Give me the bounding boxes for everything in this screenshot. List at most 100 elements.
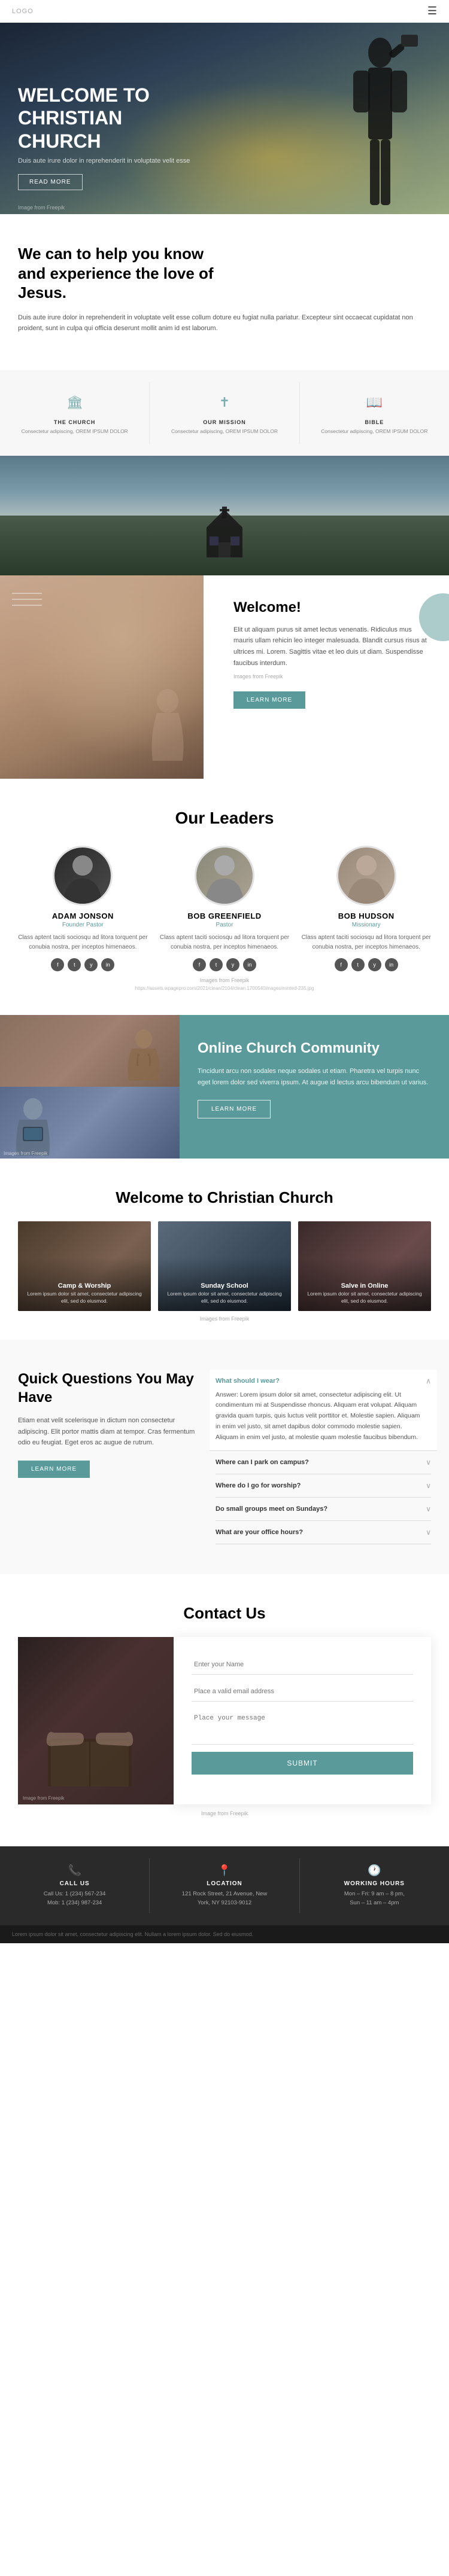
leader-role-2: Missionary: [301, 922, 431, 928]
footer-location-title: LOCATION: [162, 1880, 287, 1887]
social-icons-2: f t y in: [301, 958, 431, 971]
faq-item-4[interactable]: What are your office hours? ∨: [216, 1521, 431, 1544]
gallery-item-2: Salve in Online Lorem ipsum dolor sit am…: [298, 1221, 431, 1311]
gallery-title-2: Salve in Online: [304, 1282, 425, 1289]
faq-question-2: Where do I go for worship?: [216, 1482, 301, 1489]
online-image-top: [0, 1015, 180, 1087]
leaders-image-credit: Images from Freepik: [18, 977, 431, 983]
faq-question-3: Do small groups meet on Sundays?: [216, 1505, 327, 1513]
bible-hands-icon: [30, 1703, 150, 1787]
know-section: We can to help you know and experience t…: [0, 214, 449, 370]
gallery-caption-2: Salve in Online Lorem ipsum dolor sit am…: [298, 1221, 431, 1311]
hero-image-credit: Image from Freepik: [18, 205, 65, 211]
footer-col-location: 📍 LOCATION 121 Rock Street, 21 Avenue, N…: [150, 1858, 299, 1913]
footer-call-line1: Call Us: 1 (234) 567-234: [12, 1889, 137, 1898]
faq-right: What should I wear? ∧ Answer: Lorem ipsu…: [216, 1370, 431, 1544]
online-section: Images from Freepik Online Church Commun…: [0, 1015, 449, 1159]
faq-item-3[interactable]: Do small groups meet on Sundays? ∨: [216, 1498, 431, 1521]
icon-title-bible: BIBLE: [306, 419, 443, 425]
online-image-credit: Images from Freepik: [4, 1151, 47, 1156]
gallery-caption-1: Sunday School Lorem ipsum dolor sit amet…: [158, 1221, 291, 1311]
linkedin-icon-1[interactable]: in: [243, 958, 256, 971]
gallery-item-0: Camp & Worship Lorem ipsum dolor sit ame…: [18, 1221, 151, 1311]
leader-card-1: BOB GREENFIELD Pastor Class aptent tacit…: [160, 846, 290, 971]
youtube-icon-1[interactable]: y: [226, 958, 239, 971]
faq-item-0[interactable]: What should I wear? ∧ Answer: Lorem ipsu…: [210, 1370, 437, 1451]
chevron-down-icon-1: ∨: [426, 1458, 431, 1467]
icons-row: 🏛 THE CHURCH Consectetur adipiscing, ORE…: [0, 370, 449, 456]
faq-item-header-0[interactable]: What should I wear? ∧: [216, 1377, 431, 1385]
faq-description: Etiam enat velit scelerisque in dictum n…: [18, 1415, 198, 1449]
leaders-row: ADAM JONSON Founder Pastor Class aptent …: [18, 846, 431, 971]
praying-figure-icon: [144, 689, 192, 761]
footer-info: 📞 CALL US Call Us: 1 (234) 567-234 Mob: …: [0, 1846, 449, 1925]
faq-item-1[interactable]: Where can I park on campus? ∨: [216, 1451, 431, 1474]
twitter-icon-0[interactable]: t: [68, 958, 81, 971]
contact-heading: Contact Us: [18, 1604, 431, 1623]
bible-icon: 📖: [362, 391, 386, 414]
facebook-icon-0[interactable]: f: [51, 958, 64, 971]
leader-role-0: Founder Pastor: [18, 922, 148, 928]
contact-message-input[interactable]: [192, 1709, 413, 1745]
icon-title-mission: OUR MISSION: [156, 419, 293, 425]
facebook-icon-1[interactable]: f: [193, 958, 206, 971]
leaders-url: https://assets.wpagepro.com/2021/clean/2…: [18, 986, 431, 991]
welcome-content: Welcome! Elit ut aliquam purus sit amet …: [204, 575, 449, 779]
church-building-icon: [201, 504, 248, 557]
footer-col-call: 📞 CALL US Call Us: 1 (234) 567-234 Mob: …: [0, 1858, 150, 1913]
welcome-image-credit: Images from Freepik: [233, 672, 431, 681]
gallery-heading: Welcome to Christian Church: [18, 1188, 431, 1207]
icon-card-mission: ✝ OUR MISSION Consectetur adipiscing, OR…: [150, 382, 299, 444]
linkedin-icon-0[interactable]: in: [101, 958, 114, 971]
faq-item-header-3[interactable]: Do small groups meet on Sundays? ∨: [216, 1505, 431, 1513]
faq-cta-button[interactable]: LEARN MORE: [18, 1461, 90, 1478]
faq-heading: Quick Questions You May Have: [18, 1370, 198, 1407]
leader-card-2: BOB HUDSON Missionary Class aptent tacit…: [301, 846, 431, 971]
hamburger-icon[interactable]: ☰: [427, 5, 437, 17]
linkedin-icon-2[interactable]: in: [385, 958, 398, 971]
facebook-icon-2[interactable]: f: [335, 958, 348, 971]
bottom-bar-text: Lorem ipsum dolor sit amet, consectetur …: [12, 1931, 253, 1937]
contact-email-input[interactable]: [192, 1682, 413, 1702]
icon-desc-church: Consectetur adipiscing, OREM IPSUM DOLOR: [6, 428, 143, 435]
gallery-item-1: Sunday School Lorem ipsum dolor sit amet…: [158, 1221, 291, 1311]
bottom-bar: Lorem ipsum dolor sit amet, consectetur …: [0, 1925, 449, 1943]
contact-section: Contact Us Image from Freepik Submit Ima…: [0, 1574, 449, 1846]
location-icon: 📍: [162, 1864, 287, 1877]
landscape-image: [0, 456, 449, 575]
twitter-icon-1[interactable]: t: [210, 958, 223, 971]
social-icons-0: f t y in: [18, 958, 148, 971]
faq-item-2[interactable]: Where do I go for worship? ∨: [216, 1474, 431, 1498]
youtube-icon-0[interactable]: y: [84, 958, 98, 971]
footer-location-line2: York, NY 92103-9012: [162, 1898, 287, 1907]
leader-desc-1: Class aptent taciti sociosqu ad litora t…: [160, 933, 290, 952]
faq-item-header-4[interactable]: What are your office hours? ∨: [216, 1528, 431, 1537]
hero-title: WELCOME TO CHRISTIAN CHURCH: [18, 84, 210, 153]
know-description: Duis aute irure dolor in reprehenderit i…: [18, 312, 425, 334]
chevron-up-icon-0: ∧: [426, 1377, 431, 1385]
leader-name-2: BOB HUDSON: [301, 911, 431, 920]
leader-card-0: ADAM JONSON Founder Pastor Class aptent …: [18, 846, 148, 971]
leader-desc-2: Class aptent taciti sociosqu ad litora t…: [301, 933, 431, 952]
twitter-icon-2[interactable]: t: [351, 958, 365, 971]
contact-name-input[interactable]: [192, 1655, 413, 1675]
faq-item-header-2[interactable]: Where do I go for worship? ∨: [216, 1481, 431, 1490]
online-cta-button[interactable]: LEARN MORE: [198, 1100, 271, 1118]
footer-hours-title: WORKING HOURS: [312, 1880, 437, 1887]
faq-item-header-1[interactable]: Where can I park on campus? ∨: [216, 1458, 431, 1467]
welcome-image: [0, 575, 204, 779]
contact-image: Image from Freepik: [18, 1637, 174, 1804]
clock-icon: 🕐: [312, 1864, 437, 1877]
youtube-icon-2[interactable]: y: [368, 958, 381, 971]
online-content: Online Church Community Tincidunt arcu n…: [180, 1015, 449, 1159]
welcome-cta-button[interactable]: LEARN MORE: [233, 691, 305, 709]
gallery-section: Welcome to Christian Church Camp & Worsh…: [0, 1159, 449, 1340]
cross-icon: ✝: [213, 391, 236, 414]
gallery-row: Camp & Worship Lorem ipsum dolor sit ame…: [18, 1221, 431, 1311]
leaders-section: Our Leaders ADAM JONSON Founder Pastor C…: [0, 779, 449, 1015]
contact-submit-button[interactable]: Submit: [192, 1752, 413, 1775]
hero-cta-button[interactable]: READ MORE: [18, 174, 83, 190]
leaders-heading: Our Leaders: [18, 809, 431, 828]
faq-left: Quick Questions You May Have Etiam enat …: [18, 1370, 198, 1544]
contact-bottom-credit: Image from Freepik: [18, 1810, 431, 1816]
